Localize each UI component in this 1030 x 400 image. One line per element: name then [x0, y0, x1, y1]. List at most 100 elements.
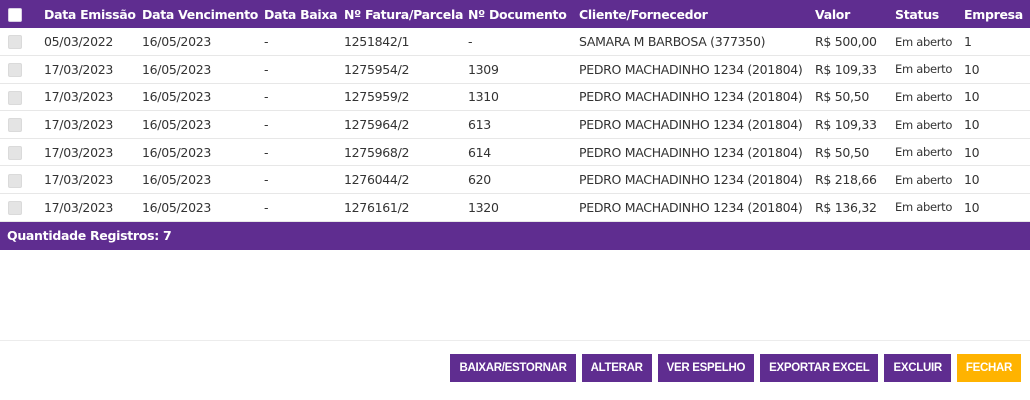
- header-documento[interactable]: Nº Documento: [468, 0, 579, 28]
- cell-fatura-parcela: 1275964/2: [344, 117, 410, 133]
- table-row[interactable]: 17/03/2023 16/05/2023 - 1275968/2 614 PE…: [0, 138, 1030, 166]
- cell-fatura-parcela: 1275968/2: [344, 144, 410, 160]
- action-buttons: BAIXAR/ESTORNAR ALTERAR VER ESPELHO EXPO…: [450, 354, 1021, 382]
- cell-cliente-fornecedor: PEDRO MACHADINHO 1234 (201804): [579, 89, 803, 105]
- cell-data-emissao: 05/03/2022: [44, 34, 114, 50]
- cell-cliente-fornecedor: PEDRO MACHADINHO 1234 (201804): [579, 199, 803, 215]
- header-data-emissao[interactable]: Data Emissão: [44, 0, 142, 28]
- cell-empresa: 10: [964, 61, 980, 77]
- cell-status: Em aberto: [895, 117, 953, 132]
- cell-status: Em aberto: [895, 34, 953, 49]
- row-select-cell: [0, 194, 44, 222]
- row-select-cell: [0, 28, 44, 56]
- header-data-vencimento[interactable]: Data Vencimento: [142, 0, 264, 28]
- table-row[interactable]: 17/03/2023 16/05/2023 - 1275959/2 1310 P…: [0, 83, 1030, 111]
- row-checkbox[interactable]: [8, 145, 22, 160]
- cell-valor: R$ 109,33: [815, 117, 877, 133]
- header-valor[interactable]: Valor: [815, 0, 895, 28]
- cell-data-baixa: -: [264, 34, 269, 50]
- cell-cliente-fornecedor: PEDRO MACHADINHO 1234 (201804): [579, 144, 803, 160]
- select-all-checkbox[interactable]: [8, 7, 22, 22]
- cell-data-vencimento: 16/05/2023: [142, 117, 212, 133]
- cell-data-baixa: -: [264, 144, 269, 160]
- cell-documento: -: [468, 34, 473, 50]
- cell-data-baixa: -: [264, 172, 269, 188]
- row-checkbox[interactable]: [8, 63, 22, 78]
- row-checkbox[interactable]: [8, 118, 22, 133]
- row-select-cell: [0, 138, 44, 166]
- cell-data-baixa: -: [264, 89, 269, 105]
- cell-empresa: 10: [964, 89, 980, 105]
- table-row[interactable]: 17/03/2023 16/05/2023 - 1276161/2 1320 P…: [0, 194, 1030, 222]
- cell-documento: 1309: [468, 61, 499, 77]
- cell-documento: 620: [468, 172, 491, 188]
- cell-data-vencimento: 16/05/2023: [142, 144, 212, 160]
- divider: [0, 340, 1030, 341]
- cell-cliente-fornecedor: PEDRO MACHADINHO 1234 (201804): [579, 117, 803, 133]
- cell-valor: R$ 50,50: [815, 89, 869, 105]
- cell-valor: R$ 218,66: [815, 172, 877, 188]
- row-checkbox[interactable]: [8, 90, 22, 105]
- cell-empresa: 10: [964, 144, 980, 160]
- cell-status: Em aberto: [895, 145, 953, 160]
- cell-data-baixa: -: [264, 199, 269, 215]
- baixar-estornar-button[interactable]: BAIXAR/ESTORNAR: [450, 354, 576, 382]
- header-status[interactable]: Status: [895, 0, 964, 28]
- cell-data-emissao: 17/03/2023: [44, 172, 114, 188]
- cell-valor: R$ 50,50: [815, 144, 869, 160]
- cell-empresa: 10: [964, 117, 980, 133]
- row-checkbox[interactable]: [8, 201, 22, 216]
- cell-cliente-fornecedor: SAMARA M BARBOSA (377350): [579, 34, 766, 50]
- row-select-cell: [0, 83, 44, 111]
- records-count-bar: Quantidade Registros: 7: [0, 222, 1030, 250]
- cell-status: Em aberto: [895, 62, 953, 77]
- header-cliente-fornecedor[interactable]: Cliente/Fornecedor: [579, 0, 815, 28]
- table-row[interactable]: 17/03/2023 16/05/2023 - 1275954/2 1309 P…: [0, 56, 1030, 84]
- table-row[interactable]: 05/03/2022 16/05/2023 - 1251842/1 - SAMA…: [0, 28, 1030, 56]
- records-panel: Data Emissão Data Vencimento Data Baixa …: [0, 0, 1030, 400]
- header-data-baixa[interactable]: Data Baixa: [264, 0, 344, 28]
- cell-data-emissao: 17/03/2023: [44, 61, 114, 77]
- row-checkbox[interactable]: [8, 35, 22, 50]
- cell-cliente-fornecedor: PEDRO MACHADINHO 1234 (201804): [579, 61, 803, 77]
- alterar-button[interactable]: ALTERAR: [581, 354, 652, 382]
- cell-data-emissao: 17/03/2023: [44, 144, 114, 160]
- cell-status: Em aberto: [895, 200, 953, 215]
- table-header-row: Data Emissão Data Vencimento Data Baixa …: [0, 0, 1030, 28]
- select-all-cell: [0, 0, 44, 28]
- cell-fatura-parcela: 1251842/1: [344, 34, 410, 50]
- ver-espelho-button[interactable]: VER ESPELHO: [657, 354, 755, 382]
- cell-fatura-parcela: 1276044/2: [344, 172, 410, 188]
- cell-data-vencimento: 16/05/2023: [142, 89, 212, 105]
- cell-empresa: 1: [964, 34, 972, 50]
- fechar-button[interactable]: FECHAR: [956, 354, 1021, 382]
- cell-cliente-fornecedor: PEDRO MACHADINHO 1234 (201804): [579, 172, 803, 188]
- cell-data-baixa: -: [264, 117, 269, 133]
- cell-valor: R$ 136,32: [815, 199, 877, 215]
- cell-documento: 1310: [468, 89, 499, 105]
- header-fatura-parcela[interactable]: Nº Fatura/Parcela: [344, 0, 468, 28]
- excluir-button[interactable]: EXCLUIR: [884, 354, 951, 382]
- cell-data-vencimento: 16/05/2023: [142, 199, 212, 215]
- cell-status: Em aberto: [895, 172, 953, 187]
- cell-valor: R$ 109,33: [815, 61, 877, 77]
- cell-empresa: 10: [964, 172, 980, 188]
- cell-status: Em aberto: [895, 89, 953, 104]
- cell-data-vencimento: 16/05/2023: [142, 61, 212, 77]
- table-row[interactable]: 17/03/2023 16/05/2023 - 1276044/2 620 PE…: [0, 166, 1030, 194]
- records-count-label: Quantidade Registros: 7: [7, 228, 172, 243]
- cell-data-vencimento: 16/05/2023: [142, 172, 212, 188]
- row-select-cell: [0, 111, 44, 139]
- cell-data-emissao: 17/03/2023: [44, 199, 114, 215]
- cell-documento: 614: [468, 144, 491, 160]
- records-table: Data Emissão Data Vencimento Data Baixa …: [0, 0, 1030, 222]
- cell-data-vencimento: 16/05/2023: [142, 34, 212, 50]
- row-checkbox[interactable]: [8, 173, 22, 188]
- header-empresa[interactable]: Empresa: [964, 0, 1030, 28]
- cell-documento: 613: [468, 117, 491, 133]
- cell-data-baixa: -: [264, 61, 269, 77]
- cell-data-emissao: 17/03/2023: [44, 117, 114, 133]
- row-select-cell: [0, 56, 44, 84]
- exportar-excel-button[interactable]: EXPORTAR EXCEL: [760, 354, 879, 382]
- table-row[interactable]: 17/03/2023 16/05/2023 - 1275964/2 613 PE…: [0, 111, 1030, 139]
